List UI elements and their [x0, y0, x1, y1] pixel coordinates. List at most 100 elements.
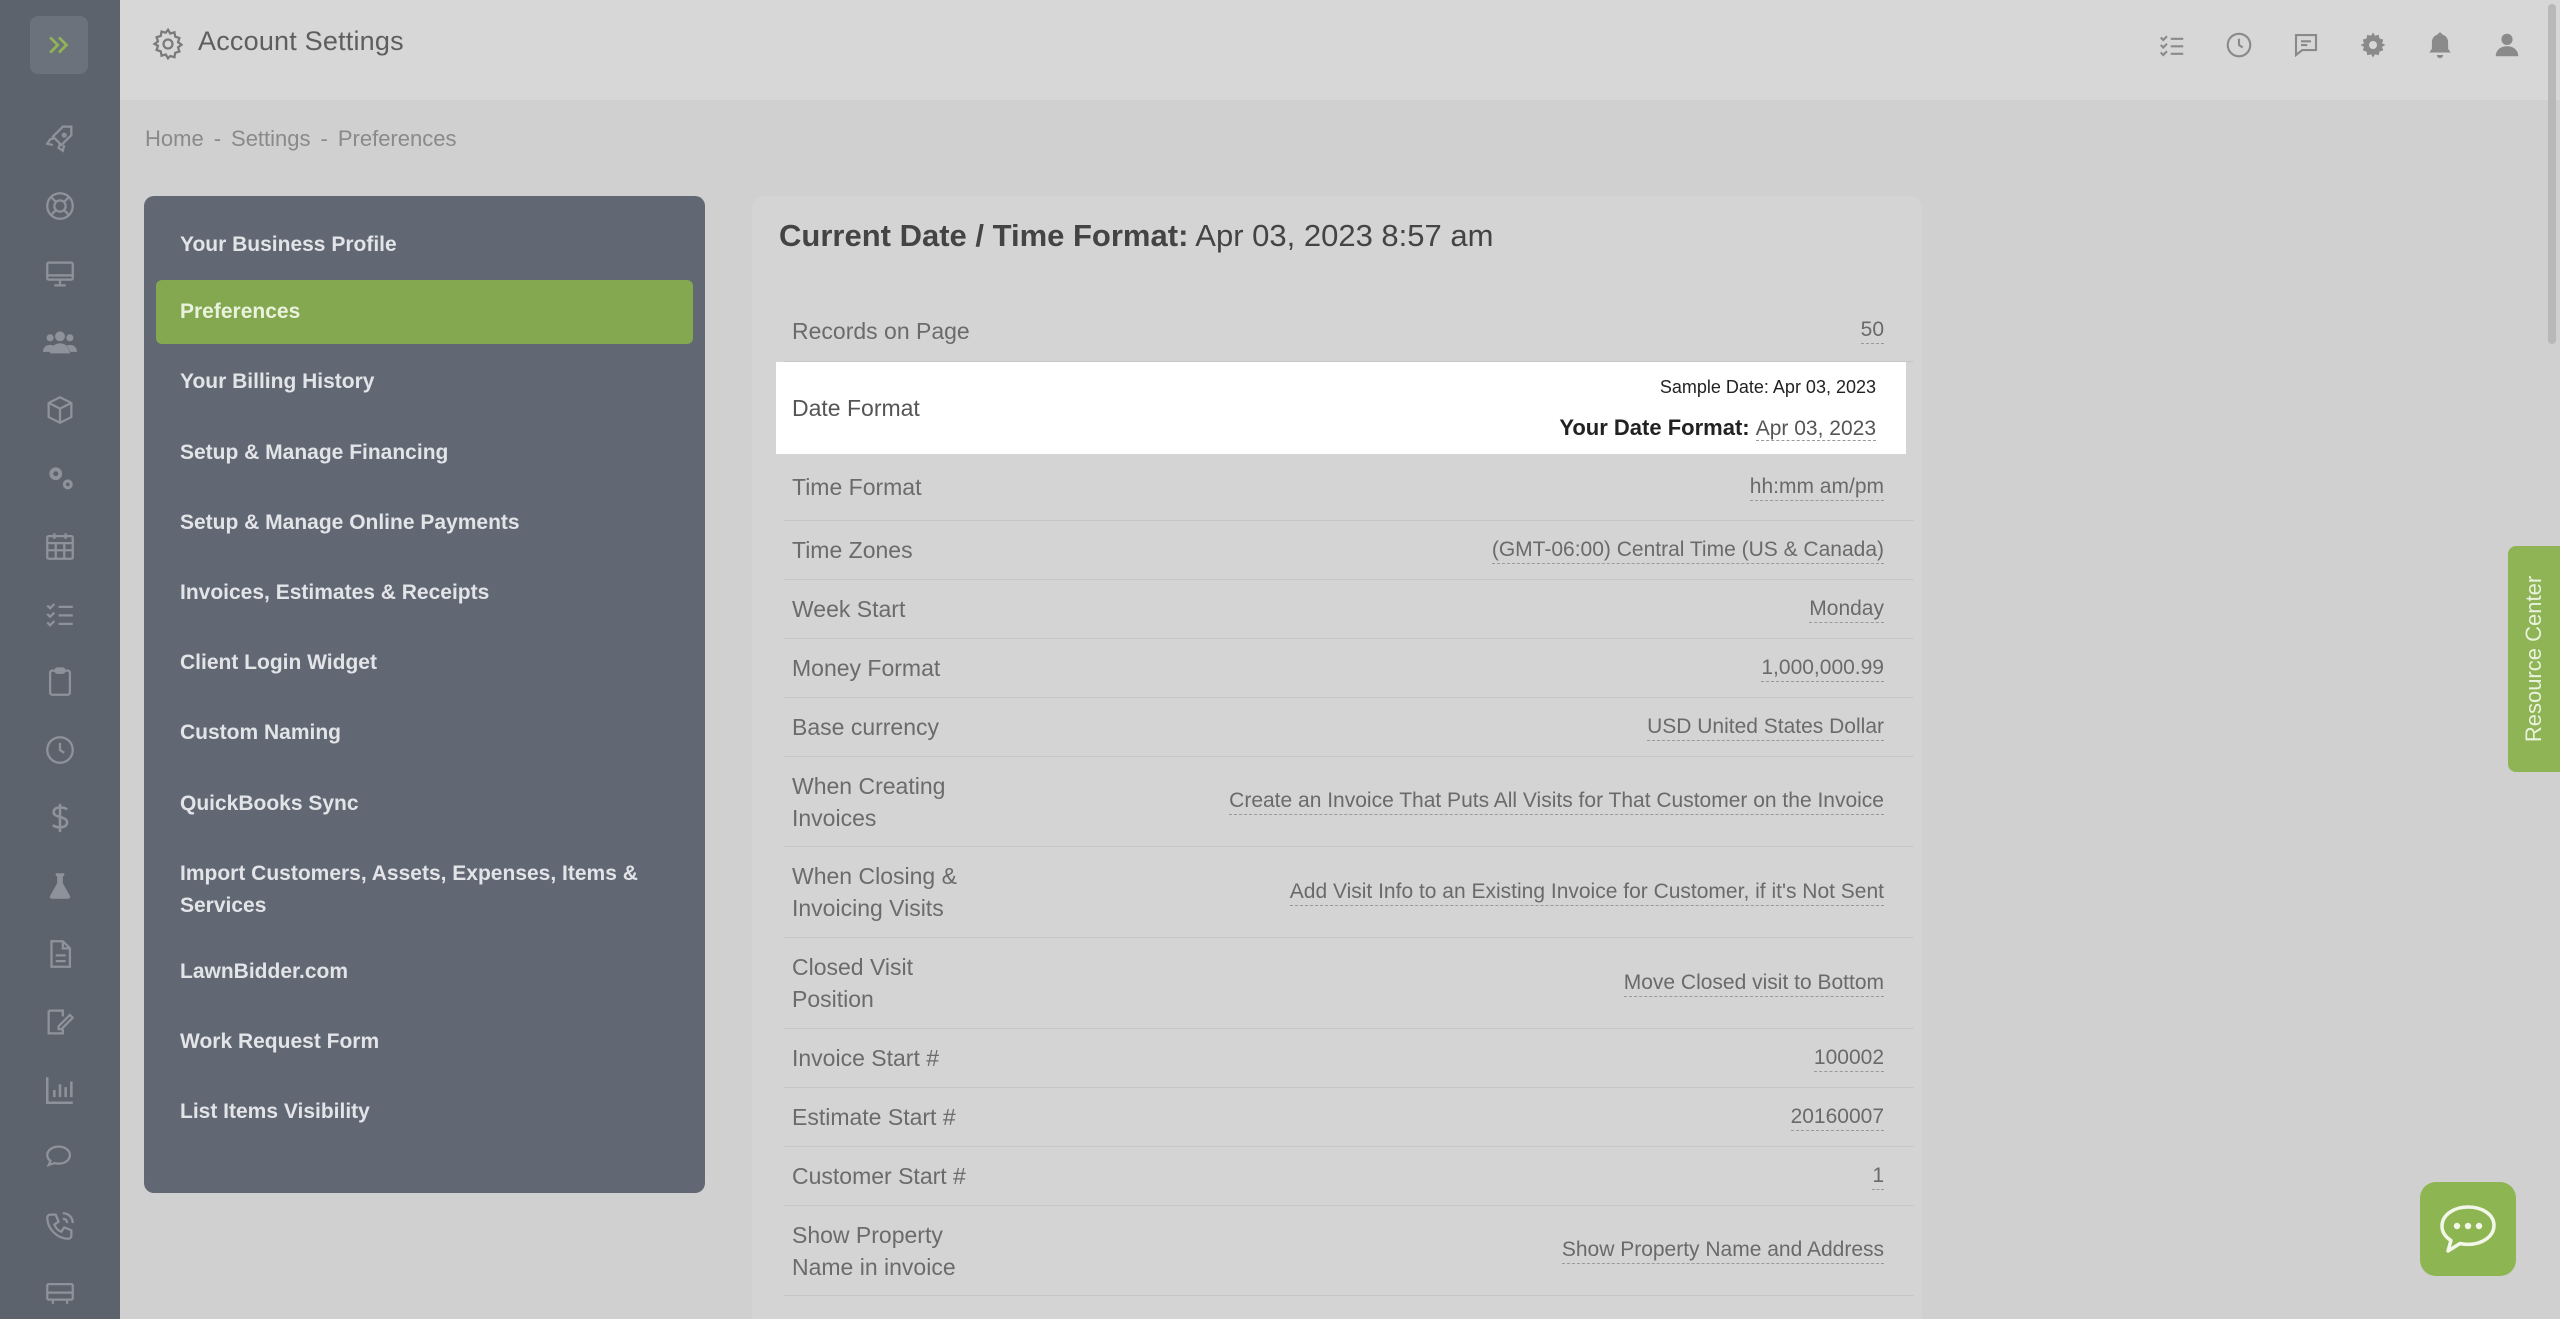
pref-value-money-format[interactable]: 1,000,000.99: [1761, 655, 1884, 682]
pref-value-records-on-page[interactable]: 50: [1860, 317, 1884, 344]
page-title: Account Settings: [198, 26, 404, 56]
nav-item-preferences[interactable]: Preferences: [156, 280, 693, 344]
chat-bubble-icon: [2440, 1205, 2496, 1253]
pref-value-show-property-name[interactable]: Show Property Name and Address: [1561, 1237, 1884, 1264]
top-header: Account Settings: [120, 0, 2560, 100]
pref-value-date-format[interactable]: Apr 03, 2023: [1755, 416, 1876, 441]
pref-label: When Closing & Invoicing Visits: [792, 863, 957, 921]
pref-value-when-creating-invoices[interactable]: Create an Invoice That Puts All Visits f…: [1229, 788, 1884, 815]
pref-row-week-start: Week Start Monday: [784, 580, 1914, 639]
bell-icon[interactable]: [2424, 28, 2455, 62]
message-icon[interactable]: [2290, 28, 2321, 62]
pref-value-when-closing-visits[interactable]: Add Visit Info to an Existing Invoice fo…: [1289, 879, 1884, 906]
chat-icon[interactable]: [40, 1138, 80, 1178]
nav-item-business-profile[interactable]: Your Business Profile: [156, 210, 693, 280]
clipboard-icon[interactable]: [40, 662, 80, 702]
box-icon[interactable]: [40, 390, 80, 430]
pref-value-time-format[interactable]: hh:mm am/pm: [1749, 474, 1884, 501]
preferences-list: Records on Page 50 Date Format Sample Da…: [776, 294, 1914, 1296]
sample-date: Sample Date: Apr 03, 2023: [1659, 376, 1876, 397]
monitor-icon[interactable]: [40, 254, 80, 294]
users-icon[interactable]: [40, 322, 80, 362]
nav-item-billing-history[interactable]: Your Billing History: [156, 344, 693, 420]
nav-item-label: Setup & Manage Online Payments: [180, 511, 520, 534]
truck-icon[interactable]: [40, 1274, 80, 1314]
phone-icon[interactable]: [40, 1206, 80, 1246]
breadcrumb-current: Preferences: [337, 126, 457, 151]
pref-row-when-creating-invoices: When Creating Invoices Create an Invoice…: [784, 757, 1914, 847]
nav-item-label: Work Request Form: [180, 1030, 380, 1053]
nav-item-lawnbidder[interactable]: LawnBidder.com: [156, 938, 693, 1006]
nav-item-online-payments[interactable]: Setup & Manage Online Payments: [156, 486, 693, 560]
page-scrollbar[interactable]: [2548, 4, 2556, 344]
pref-label: Estimate Start #: [792, 1104, 956, 1130]
current-format-heading: Current Date / Time Format: Apr 03, 2023…: [779, 218, 1493, 254]
nav-item-client-login-widget[interactable]: Client Login Widget: [156, 626, 693, 700]
pref-label: Time Zones: [792, 537, 913, 563]
chat-launcher-button[interactable]: [2420, 1182, 2516, 1276]
pref-row-time-zones: Time Zones (GMT-06:00) Central Time (US …: [784, 521, 1914, 580]
pref-label: Money Format: [792, 655, 941, 681]
pref-row-closed-visit-position: Closed Visit Position Move Closed visit …: [784, 938, 1914, 1029]
nav-item-label: Setup & Manage Financing: [180, 441, 449, 464]
pref-label: Closed Visit Position: [792, 954, 914, 1012]
clock-icon[interactable]: [40, 730, 80, 770]
pref-label: Show Property Name in invoice: [792, 1221, 956, 1280]
lifebuoy-icon[interactable]: [40, 186, 80, 226]
pref-row-time-format: Time Format hh:mm am/pm: [784, 454, 1914, 521]
your-date-format-label: Your Date Format:: [1559, 414, 1750, 440]
cogs-icon[interactable]: [40, 458, 80, 498]
nav-item-quickbooks-sync[interactable]: QuickBooks Sync: [156, 766, 693, 842]
calendar-icon[interactable]: [40, 526, 80, 566]
nav-item-label: QuickBooks Sync: [180, 792, 359, 815]
chart-icon[interactable]: [40, 1070, 80, 1110]
pref-label: Invoice Start #: [792, 1045, 940, 1071]
pref-value-time-zones[interactable]: (GMT-06:00) Central Time (US & Canada): [1491, 537, 1884, 564]
pref-label: Customer Start #: [792, 1163, 966, 1189]
tasks-icon[interactable]: [40, 594, 80, 634]
history-icon[interactable]: [2223, 28, 2254, 62]
breadcrumb: Home - Settings - Preferences: [145, 126, 456, 152]
rocket-icon[interactable]: [40, 118, 80, 158]
nav-item-custom-naming[interactable]: Custom Naming: [156, 700, 693, 766]
nav-item-financing[interactable]: Setup & Manage Financing: [156, 420, 693, 486]
tasks-icon[interactable]: [2156, 28, 2187, 62]
pref-value-week-start[interactable]: Monday: [1809, 596, 1884, 623]
nav-item-label: Client Login Widget: [180, 651, 377, 674]
pref-value-base-currency[interactable]: USD United States Dollar: [1647, 714, 1884, 741]
expand-icon[interactable]: [30, 16, 88, 74]
user-icon[interactable]: [2491, 28, 2522, 62]
nav-item-work-request-form[interactable]: Work Request Form: [156, 1006, 693, 1078]
nav-item-label: Your Business Profile: [180, 233, 397, 256]
nav-item-invoices-estimates[interactable]: Invoices, Estimates & Receipts: [156, 560, 693, 626]
nav-item-list-items-visibility[interactable]: List Items Visibility: [156, 1078, 693, 1146]
signature-icon[interactable]: [40, 1002, 80, 1042]
settings-nav: Your Business Profile Preferences Your B…: [144, 196, 705, 1193]
pref-row-estimate-start: Estimate Start # 20160007: [784, 1088, 1914, 1147]
nav-item-label: List Items Visibility: [180, 1100, 370, 1123]
pref-row-customer-start: Customer Start # 1: [784, 1147, 1914, 1206]
icon-rail: [0, 0, 120, 1319]
pref-row-date-format: Date Format Sample Date: Apr 03, 2023 Yo…: [776, 362, 1906, 454]
dollar-icon[interactable]: [40, 798, 80, 838]
preferences-card: Current Date / Time Format: Apr 03, 2023…: [752, 196, 1922, 1319]
nav-item-import[interactable]: Import Customers, Assets, Expenses, Item…: [156, 842, 693, 938]
pref-value-customer-start[interactable]: 1: [1872, 1163, 1884, 1190]
top-toolbar: [2156, 28, 2522, 62]
breadcrumb-home[interactable]: Home: [145, 126, 204, 152]
pref-label: Time Format: [792, 474, 922, 500]
breadcrumb-settings[interactable]: Settings: [231, 126, 311, 152]
document-icon[interactable]: [40, 934, 80, 974]
pref-value-closed-visit-position[interactable]: Move Closed visit to Bottom: [1623, 970, 1884, 997]
pref-row-base-currency: Base currency USD United States Dollar: [784, 698, 1914, 757]
nav-item-label: Your Billing History: [180, 370, 375, 393]
resource-center-tab[interactable]: Resource Center: [2508, 546, 2560, 772]
settings-gear-icon: [150, 26, 186, 62]
pref-row-money-format: Money Format 1,000,000.99: [784, 639, 1914, 698]
flask-icon[interactable]: [40, 866, 80, 906]
pref-value-estimate-start[interactable]: 20160007: [1790, 1104, 1884, 1131]
pref-value-invoice-start[interactable]: 100002: [1813, 1045, 1884, 1072]
settings-icon[interactable]: [2357, 28, 2388, 62]
pref-label: Date Format: [792, 395, 920, 421]
nav-item-label: Preferences: [180, 300, 301, 323]
